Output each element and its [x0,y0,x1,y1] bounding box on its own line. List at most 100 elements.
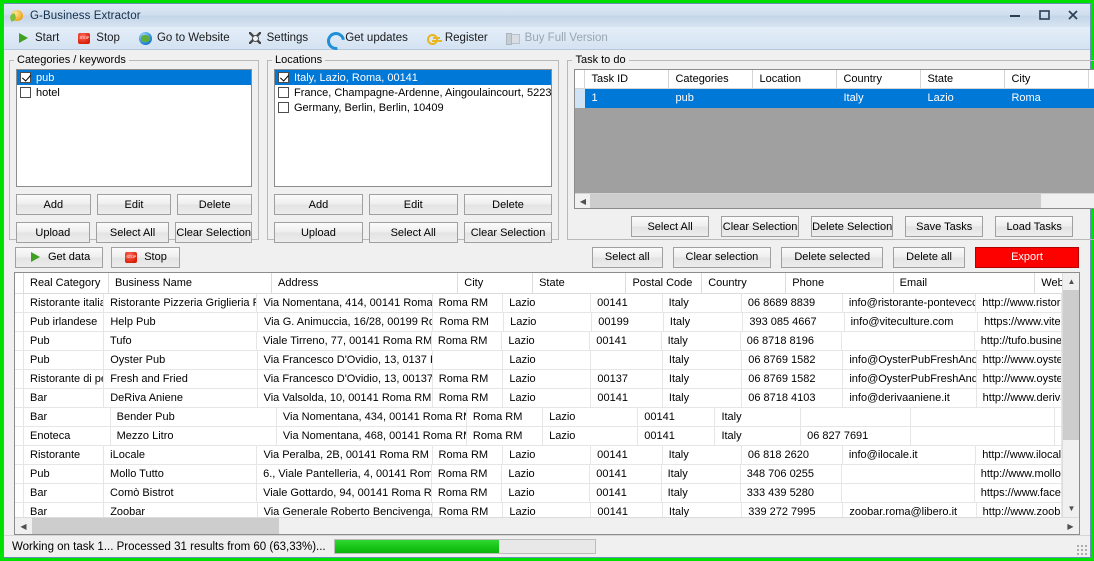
results-vscrollbar[interactable]: ▲ ▼ [1062,273,1079,517]
row-selector[interactable] [15,465,24,483]
categories-delete-button[interactable]: Delete [177,194,253,215]
table-row[interactable]: Bar Comò Bistrot Viale Gottardo, 94, 00141… [15,484,1062,503]
table-row[interactable]: Ristorante iLocale Via Peralba, 2B, 00141 … [15,446,1062,465]
checkbox-unchecked-icon[interactable] [278,102,289,113]
task-save-tasks-button[interactable]: Save Tasks [905,216,984,237]
select-all-button[interactable]: Select all [591,246,663,268]
col-real-category[interactable]: Real Category [24,273,110,293]
task-col-categories[interactable]: Categories [669,70,754,88]
results-vscroll-thumb[interactable] [1063,290,1079,440]
col-state[interactable]: State [533,273,627,293]
table-row[interactable]: Bar Zoobar Via Generale Roberto Bencivenga… [15,503,1062,517]
categories-listbox[interactable]: pub hotel [16,69,252,187]
row-selector[interactable] [15,294,24,312]
table-row[interactable]: Bar DeRiva Aniene Via Valsolda, 10, 00141 … [15,389,1062,408]
row-selector[interactable] [15,427,24,445]
task-hscroll-thumb[interactable] [590,193,1041,208]
delete-selected-button[interactable]: Delete selected [781,246,884,268]
categories-add-button[interactable]: Add [16,194,91,215]
row-selector[interactable] [15,408,24,426]
col-country[interactable]: Country [702,273,787,293]
row-selector[interactable] [15,446,24,464]
chevron-left-icon[interactable]: ◀ [15,518,32,535]
toolbar-buy-full-version-button[interactable]: Buy Full Version [504,30,610,47]
get-data-button[interactable]: Get data [15,246,104,268]
task-col-country[interactable]: Country [837,70,922,88]
categories-upload-button[interactable]: Upload [16,222,90,243]
minimize-icon[interactable] [1001,6,1028,23]
export-button[interactable]: Export [975,246,1079,268]
toolbar-stop-button[interactable]: Stop [75,30,122,47]
task-col-location[interactable]: Location [753,70,838,88]
locations-delete-button[interactable]: Delete [463,194,553,215]
table-row[interactable]: Pub Mollo Tutto 6., Viale Pantelleria, 4, … [15,465,1062,484]
checkbox-checked-icon[interactable] [278,72,289,83]
locations-listbox[interactable]: Italy, Lazio, Roma, 00141 France, Champa… [274,69,553,187]
toolbar-settings-button[interactable]: Settings [246,30,311,47]
table-row[interactable]: Ristorante di pesceFresh and FriedVia Fr… [15,370,1062,389]
task-col-zip-code[interactable]: Zip Co [1089,70,1094,88]
chevron-left-icon[interactable]: ◀ [575,193,591,208]
results-grid[interactable]: Real Category Business Name Address City… [14,272,1080,535]
delete-all-button[interactable]: Delete all [893,246,965,268]
table-row[interactable]: Ristorante italianoRistorante Pizzeria G… [15,294,1062,313]
col-postal-code[interactable]: Postal Code [626,273,703,293]
row-selector[interactable] [15,503,24,517]
table-row[interactable]: Bar Bender Pub Via Nomentana, 434, 00141 R… [15,408,1062,427]
clear-selection-button[interactable]: Clear selection [672,246,772,268]
results-hscrollbar[interactable]: ◀ ▶ [15,517,1079,534]
toolbar-go-to-website-button[interactable]: Go to Website [136,30,232,47]
chevron-right-icon[interactable]: ▶ [1062,518,1079,535]
list-item[interactable]: hotel [17,85,251,100]
locations-edit-button[interactable]: Edit [368,194,458,215]
results-grid-body[interactable]: Ristorante italianoRistorante Pizzeria G… [15,294,1062,517]
col-email[interactable]: Email [894,273,1036,293]
task-delete-selection-button[interactable]: Delete Selection [811,216,894,237]
resize-grip[interactable] [1075,543,1087,555]
task-col-city[interactable]: City [1005,70,1090,88]
categories-clear-selection-button[interactable]: Clear Selection [175,222,252,243]
table-row[interactable]: 1 pub Italy Lazio Roma 00141 [575,89,1094,108]
task-load-tasks-button[interactable]: Load Tasks [995,216,1074,237]
list-item[interactable]: Italy, Lazio, Roma, 00141 [275,70,552,85]
list-item[interactable]: Germany, Berlin, Berlin, 10409 [275,100,551,115]
results-hscroll-track[interactable] [32,517,1062,534]
task-clear-selection-button[interactable]: Clear Selection [721,216,800,237]
row-selector[interactable] [15,484,24,502]
results-hscroll-thumb[interactable] [32,517,280,534]
stop-button[interactable]: Stop [111,246,180,268]
task-grid-hscrollbar[interactable]: ◀ ▶ [575,193,1094,208]
row-selector[interactable] [575,89,586,108]
task-col-task-id[interactable]: Task ID [585,70,670,88]
task-col-state[interactable]: State [921,70,1006,88]
col-business-name[interactable]: Business Name [109,273,273,293]
locations-select-all-button[interactable]: Select All [368,222,458,243]
checkbox-unchecked-icon[interactable] [278,87,289,98]
table-row[interactable]: Pub Oyster Pub Via Francesco D'Ovidio, 13,… [15,351,1062,370]
task-hscroll-track[interactable] [590,193,1094,208]
toolbar-get-updates-button[interactable]: Get updates [324,30,410,47]
row-selector[interactable] [15,332,24,350]
checkbox-unchecked-icon[interactable] [20,87,31,98]
row-selector[interactable] [15,370,24,388]
toolbar-start-button[interactable]: Start [14,30,61,47]
row-selector[interactable] [15,389,24,407]
chevron-up-icon[interactable]: ▲ [1063,273,1079,290]
table-row[interactable]: Pub Tufo Viale Tirreno, 77, 00141 Roma RM R… [15,332,1062,351]
close-icon[interactable] [1059,6,1086,23]
list-item[interactable]: pub [17,70,251,85]
chevron-down-icon[interactable]: ▼ [1063,500,1079,517]
row-selector[interactable] [15,351,24,369]
maximize-icon[interactable] [1030,6,1057,23]
col-address[interactable]: Address [272,273,459,293]
list-item[interactable]: France, Champagne-Ardenne, Aingoulaincou… [275,85,551,100]
table-row[interactable]: Enoteca Mezzo Litro Via Nomentana, 468, 00… [15,427,1062,446]
task-grid[interactable]: Task ID Categories Location Country Stat… [574,69,1094,209]
locations-upload-button[interactable]: Upload [274,222,363,243]
toolbar-register-button[interactable]: Register [424,30,490,47]
checkbox-checked-icon[interactable] [20,72,31,83]
col-city[interactable]: City [458,273,534,293]
row-selector[interactable] [15,313,24,331]
task-select-all-button[interactable]: Select All [631,216,710,237]
categories-select-all-button[interactable]: Select All [95,222,170,243]
